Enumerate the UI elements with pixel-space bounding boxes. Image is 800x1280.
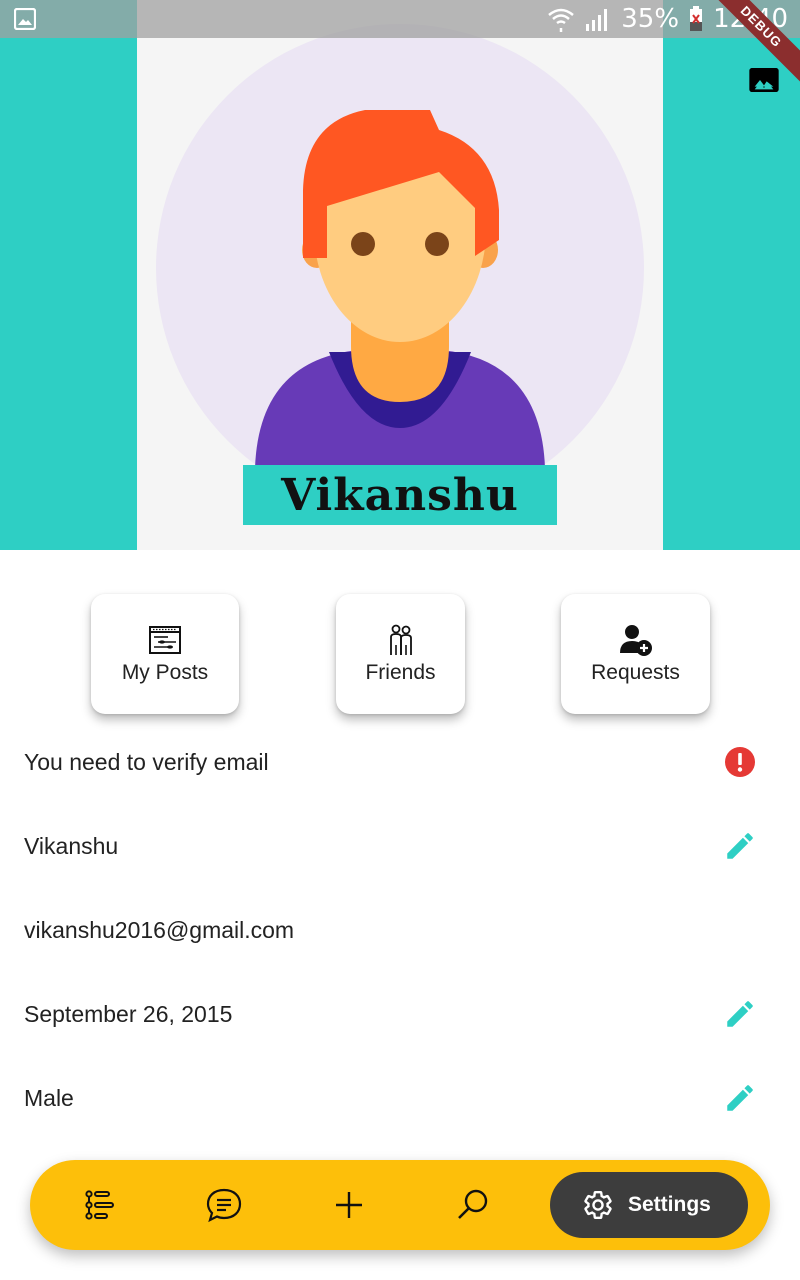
verify-email-row[interactable]: You need to verify email <box>0 732 800 792</box>
gallery-notification-icon <box>14 8 36 30</box>
email-value: vikanshu2016@gmail.com <box>24 916 295 943</box>
profile-name-banner: Vikanshu <box>243 465 557 525</box>
battery-icon <box>690 6 703 31</box>
change-image-icon[interactable] <box>748 64 780 96</box>
gender-value: Male <box>24 1084 74 1111</box>
name-value: Vikanshu <box>24 832 119 859</box>
signal-icon <box>586 9 608 31</box>
email-row: vikanshu2016@gmail.com <box>0 900 800 960</box>
battery-percent: 35% <box>621 4 680 34</box>
chat-icon[interactable] <box>204 1185 244 1225</box>
profile-header: Vikanshu <box>0 0 800 550</box>
gear-icon <box>584 1190 612 1220</box>
bottom-nav: Settings <box>30 1160 770 1250</box>
requests-button[interactable]: Requests <box>561 594 710 714</box>
edit-name-icon[interactable] <box>723 829 757 863</box>
friends-button[interactable]: Friends <box>336 594 465 714</box>
requests-label: Requests <box>591 661 680 684</box>
status-bar: 35% 12:40 <box>0 0 800 38</box>
name-row[interactable]: Vikanshu <box>0 816 800 876</box>
wifi-icon <box>548 8 575 32</box>
verify-email-text: You need to verify email <box>24 748 269 775</box>
birthday-row[interactable]: September 26, 2015 <box>0 984 800 1044</box>
list-icon[interactable] <box>80 1185 120 1225</box>
friends-label: Friends <box>365 661 436 684</box>
posts-icon <box>149 626 181 654</box>
birthday-value: September 26, 2015 <box>24 1000 233 1027</box>
error-icon[interactable] <box>723 745 757 779</box>
settings-label: Settings <box>628 1193 711 1216</box>
my-posts-button[interactable]: My Posts <box>91 594 239 714</box>
gender-row[interactable]: Male <box>0 1068 800 1128</box>
edit-gender-icon[interactable] <box>723 1081 757 1115</box>
add-icon[interactable] <box>329 1185 369 1225</box>
settings-tab[interactable]: Settings <box>550 1172 748 1238</box>
my-posts-label: My Posts <box>121 661 209 684</box>
edit-birthday-icon[interactable] <box>723 997 757 1031</box>
search-icon[interactable] <box>453 1185 493 1225</box>
friends-icon <box>389 624 412 655</box>
add-person-icon <box>619 625 652 656</box>
